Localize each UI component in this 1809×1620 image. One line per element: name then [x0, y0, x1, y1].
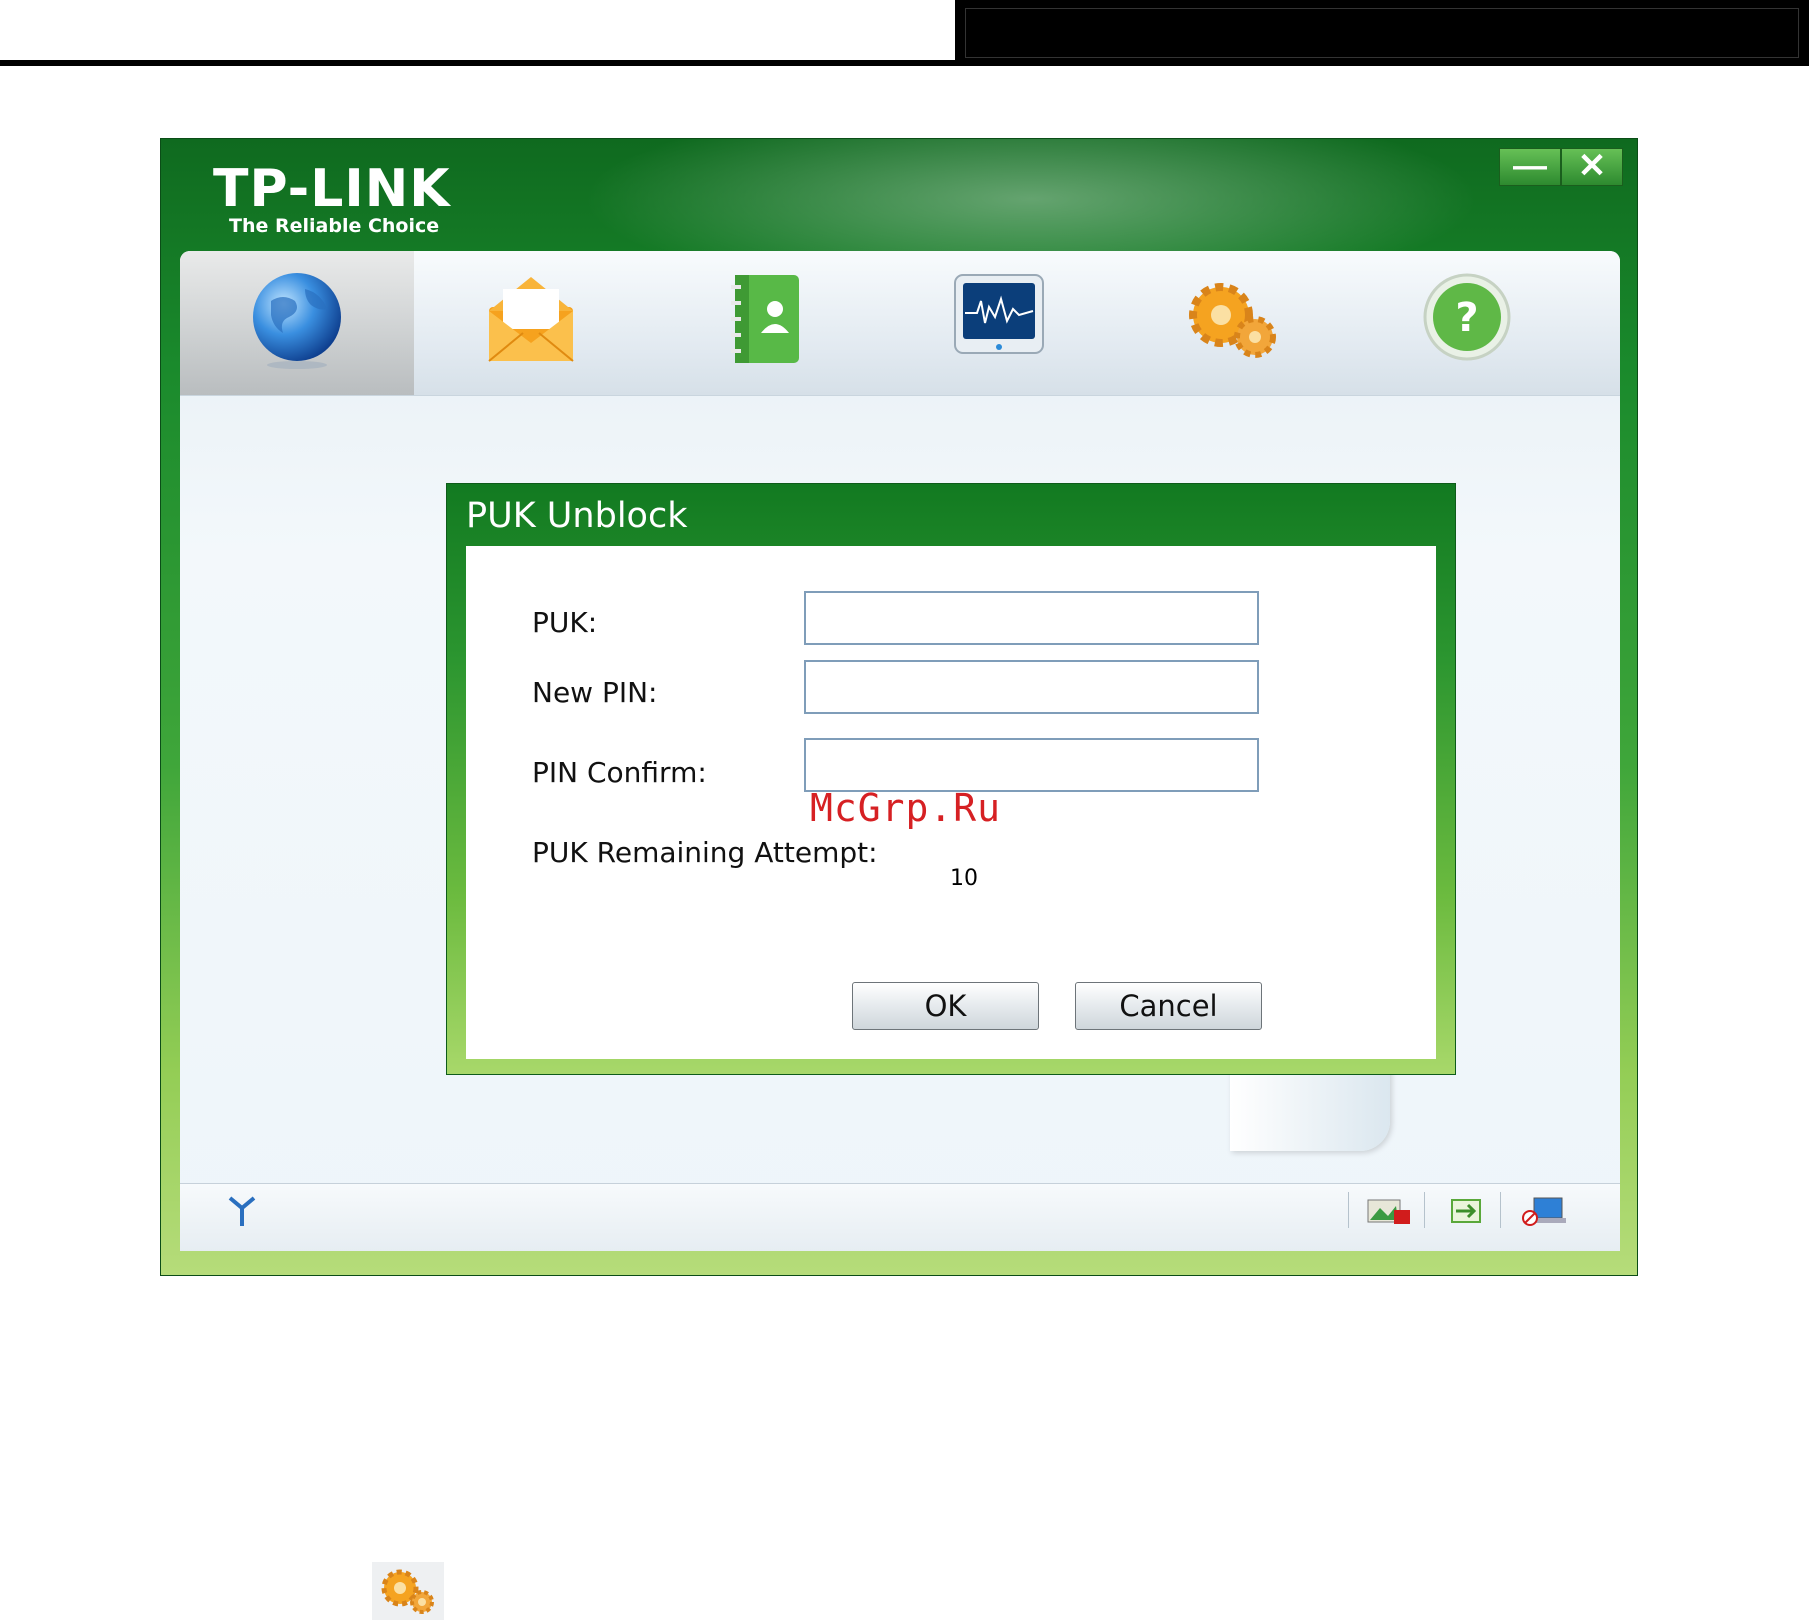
network-disconnected-icon[interactable]	[1520, 1192, 1568, 1228]
pin-confirm-label: PIN Confirm:	[532, 756, 707, 789]
signal-antenna-icon	[228, 1196, 256, 1226]
svg-text:?: ?	[1455, 295, 1478, 341]
close-button[interactable]: ✕	[1561, 148, 1623, 186]
ok-button[interactable]: OK	[852, 982, 1039, 1030]
toolbar-item-internet[interactable]	[180, 251, 414, 395]
dialog-title: PUK Unblock	[466, 496, 688, 536]
puk-unblock-dialog: PUK Unblock PUK: New PIN: PIN Confirm: P…	[447, 484, 1455, 1074]
status-bar	[180, 1183, 1620, 1251]
toolbar-item-statistics[interactable]	[882, 251, 1116, 395]
help-icon: ?	[1423, 273, 1511, 361]
logo-tagline: The Reliable Choice	[229, 215, 440, 237]
toolbar-item-phonebook[interactable]	[648, 251, 882, 395]
puk-remaining-value: 10	[950, 866, 978, 891]
status-separator	[1424, 1192, 1425, 1228]
envelope-icon	[488, 277, 574, 362]
puk-label: PUK:	[532, 606, 598, 639]
globe-icon	[253, 273, 341, 369]
close-icon: ✕	[1577, 147, 1607, 185]
minimize-button[interactable]: —	[1499, 148, 1561, 186]
brand-logo: TP-LINK The Reliable Choice	[213, 161, 451, 237]
toolbar-item-sms[interactable]	[414, 251, 648, 395]
watermark-text: McGrp.Ru	[810, 786, 1002, 830]
puk-remaining-label: PUK Remaining Attempt:	[532, 836, 878, 869]
header-black-bar	[955, 0, 1809, 62]
main-toolbar: ?	[180, 251, 1620, 396]
gears-icon	[1189, 283, 1276, 358]
puk-input[interactable]	[804, 591, 1259, 645]
new-pin-label: New PIN:	[532, 676, 658, 709]
connection-indicator-icon[interactable]	[1442, 1192, 1490, 1228]
status-separator	[1348, 1192, 1349, 1228]
minimize-icon: —	[1513, 147, 1547, 185]
pin-confirm-input[interactable]	[804, 738, 1259, 792]
logo-text: TP-LINK	[213, 159, 451, 219]
toolbar-item-settings[interactable]	[1116, 251, 1350, 395]
gears-icon	[372, 1562, 444, 1620]
address-book-icon	[731, 275, 799, 363]
cancel-button[interactable]: Cancel	[1075, 982, 1262, 1030]
monitor-pulse-icon	[954, 274, 1044, 354]
toolbar-item-help[interactable]: ?	[1350, 251, 1584, 395]
sim-card-lock-icon[interactable]	[1366, 1192, 1414, 1228]
app-window: TP-LINK The Reliable Choice — ✕ ? PUK Un…	[160, 138, 1638, 1276]
status-separator	[1500, 1192, 1501, 1228]
new-pin-input[interactable]	[804, 660, 1259, 714]
